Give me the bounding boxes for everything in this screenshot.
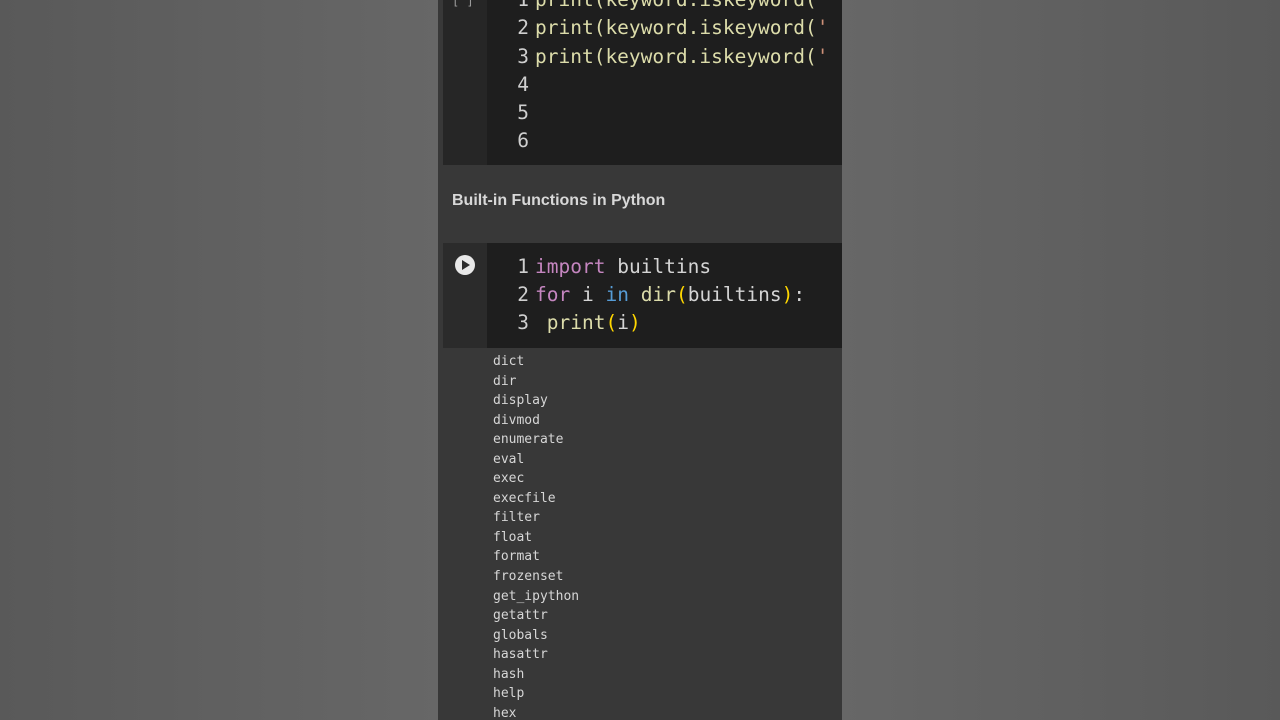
output-line: dir — [493, 373, 517, 389]
keyword: in — [605, 283, 629, 306]
string-literal: ' — [817, 0, 829, 11]
line-number: 1 — [517, 255, 529, 278]
argument: i — [617, 311, 629, 334]
code-line[interactable]: 3 print(keyword.iskeyword(' — [515, 43, 829, 71]
line-number: 1 — [515, 0, 529, 14]
function-name: dir — [640, 283, 676, 306]
output-line: hash — [493, 666, 525, 682]
bracket: ( — [605, 311, 618, 334]
output-line: frozenset — [493, 569, 564, 585]
code-cell-builtins[interactable]: 1 import builtins 2 for i in dir(builtins)… — [443, 243, 842, 348]
variable: i — [581, 283, 594, 306]
code-text: : — [793, 283, 806, 306]
code-line[interactable]: 2 print(keyword.iskeyword(' — [515, 14, 829, 42]
output-line: dict — [493, 354, 525, 369]
argument: builtins — [687, 283, 782, 306]
line-number: 6 — [517, 129, 529, 152]
code-line[interactable]: 5 — [515, 99, 535, 127]
code-line[interactable]: 1 import builtins — [515, 253, 711, 281]
line-number: 3 — [517, 311, 529, 334]
code-line[interactable]: 2 for i in dir(builtins): — [515, 281, 805, 309]
cell-output: dict dir display divmod enumerate eval e… — [493, 352, 833, 720]
code-line[interactable]: 6 — [515, 127, 535, 155]
output-line: hex — [493, 705, 517, 720]
cell-gutter: [ ] — [443, 0, 487, 165]
code-line[interactable]: 1 print(keyword.iskeyword(' — [515, 0, 829, 14]
string-literal: ' — [816, 45, 829, 68]
line-number: 2 — [517, 16, 529, 39]
line-number: 4 — [517, 73, 529, 96]
section-heading: Built-in Functions in Python — [452, 192, 666, 209]
output-line: execfile — [493, 490, 556, 506]
bracket: ) — [781, 283, 794, 306]
background-right — [842, 0, 1280, 720]
code-text: builtins — [617, 255, 712, 278]
output-line: filter — [493, 510, 540, 526]
output-line: get_ipython — [493, 588, 580, 604]
output-line: divmod — [493, 412, 540, 428]
output-line: format — [493, 549, 540, 565]
output-line: globals — [493, 627, 548, 643]
keyword: import — [535, 255, 606, 278]
output-line: enumerate — [493, 432, 564, 448]
line-number: 2 — [517, 283, 529, 306]
cell-gutter — [443, 243, 487, 348]
output-line: getattr — [493, 608, 548, 624]
run-cell-button[interactable] — [455, 255, 475, 275]
output-line: hasattr — [493, 647, 548, 663]
notebook-panel: [ ] 1print(keyword.iskeyword(' 2print(ke… — [438, 0, 842, 720]
background-left — [0, 0, 438, 720]
output-line: eval — [493, 451, 525, 467]
line-number: 5 — [517, 101, 529, 124]
keyword: for — [535, 283, 571, 306]
code-line[interactable]: 3 print(i) — [515, 309, 641, 337]
code-text: print(keyword.iskeyword( — [535, 45, 817, 68]
bracket: ) — [628, 311, 641, 334]
output-line: display — [493, 393, 548, 409]
output-line: float — [493, 529, 533, 545]
bracket: ( — [675, 283, 688, 306]
output-line: help — [493, 686, 525, 702]
execution-count: [ ] — [452, 0, 474, 8]
line-number: 3 — [517, 45, 529, 68]
function-name: print — [546, 311, 606, 334]
output-line: exec — [493, 471, 525, 487]
code-text: print(keyword.iskeyword( — [535, 0, 817, 11]
code-line[interactable]: 4 — [515, 71, 535, 99]
string-literal: ' — [816, 16, 829, 39]
code-text: print(keyword.iskeyword( — [535, 16, 817, 39]
code-cell-keywords[interactable]: [ ] 1print(keyword.iskeyword(' 2print(ke… — [443, 0, 842, 165]
